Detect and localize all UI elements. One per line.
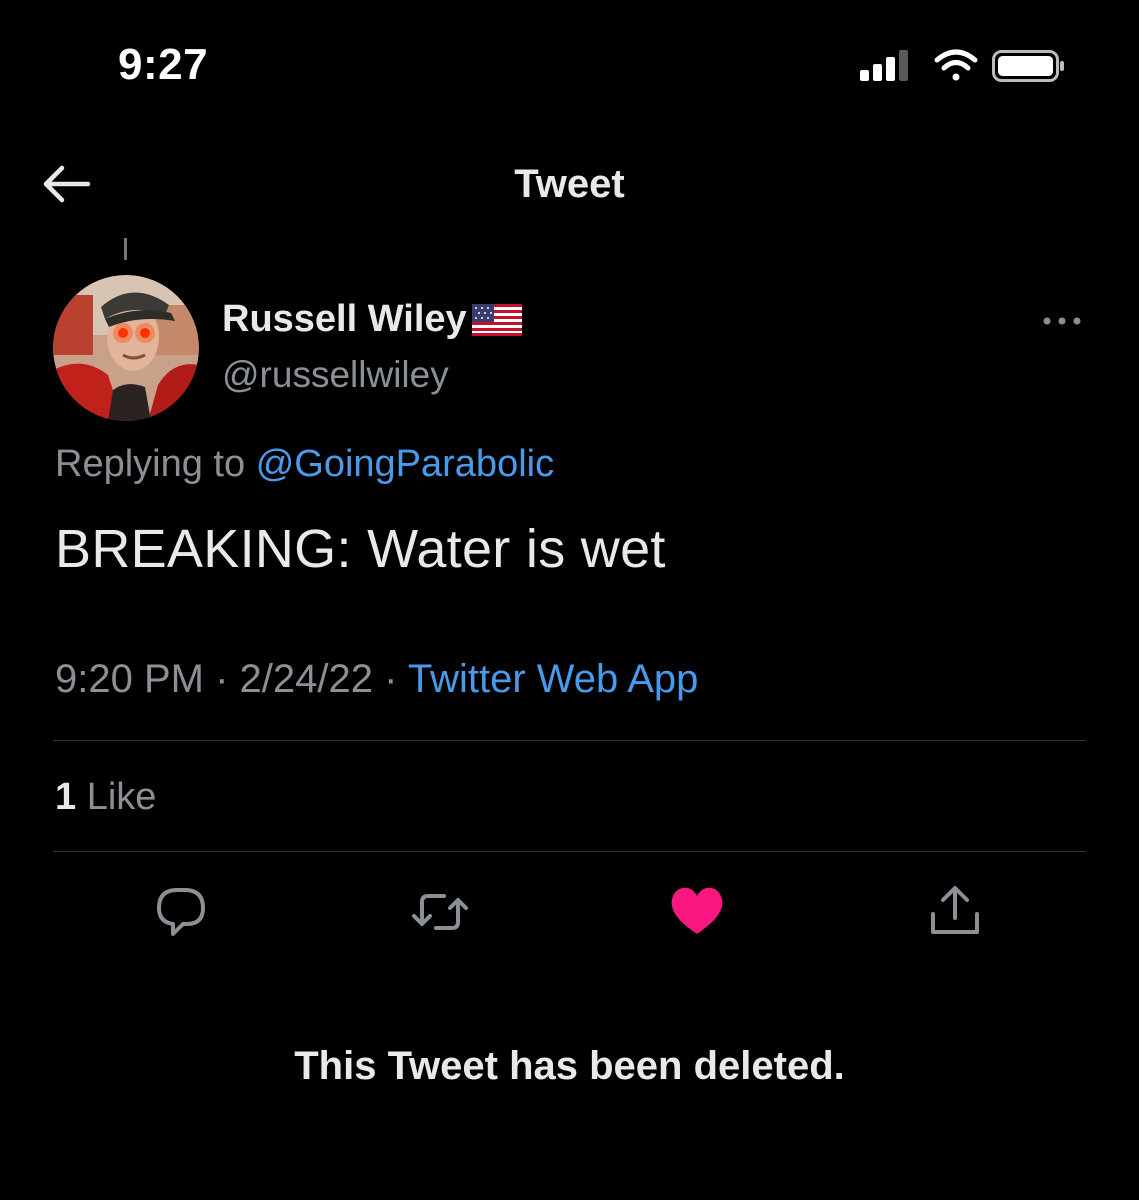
likes-count: 1 (55, 776, 77, 818)
divider (53, 740, 1086, 741)
cellular-signal-icon (860, 50, 908, 81)
tweet-date[interactable]: 2/24/22 (240, 657, 373, 701)
avatar[interactable] (53, 275, 199, 421)
meta-separator: · (215, 657, 229, 701)
more-horizontal-icon[interactable] (1040, 310, 1084, 332)
author-handle[interactable]: @russellwiley (222, 354, 449, 396)
author-name[interactable]: Russell Wiley (222, 298, 523, 341)
battery-icon (992, 50, 1064, 82)
tweet-meta: 9:20 PM · 2/24/22 · Twitter Web App (55, 657, 698, 702)
likes-label: Like (86, 776, 157, 818)
heart-icon[interactable] (665, 878, 729, 942)
meta-separator: · (384, 657, 398, 701)
likes-count-link[interactable]: 1 Like (55, 776, 156, 819)
author-name-text: Russell Wiley (222, 298, 467, 340)
thread-connector (124, 238, 127, 260)
status-bar-icons (860, 49, 1064, 82)
wifi-icon (934, 49, 978, 81)
divider (53, 851, 1086, 852)
replying-to-link[interactable]: @GoingParabolic (256, 443, 554, 485)
page-title: Tweet (514, 162, 625, 206)
replying-to-line: Replying to @GoingParabolic (55, 443, 554, 486)
replying-to-label: Replying to (55, 443, 246, 485)
tweet-text: BREAKING: Water is wet (55, 519, 666, 579)
reply-icon[interactable] (149, 878, 213, 942)
deleted-tweet-notice: This Tweet has been deleted. (294, 1044, 845, 1088)
status-bar-time: 9:27 (118, 40, 209, 89)
share-icon[interactable] (923, 880, 987, 944)
tweet-source-link[interactable]: Twitter Web App (408, 657, 699, 701)
us-flag-icon (471, 303, 522, 336)
tweet-time[interactable]: 9:20 PM (55, 657, 204, 701)
retweet-icon[interactable] (408, 880, 472, 944)
